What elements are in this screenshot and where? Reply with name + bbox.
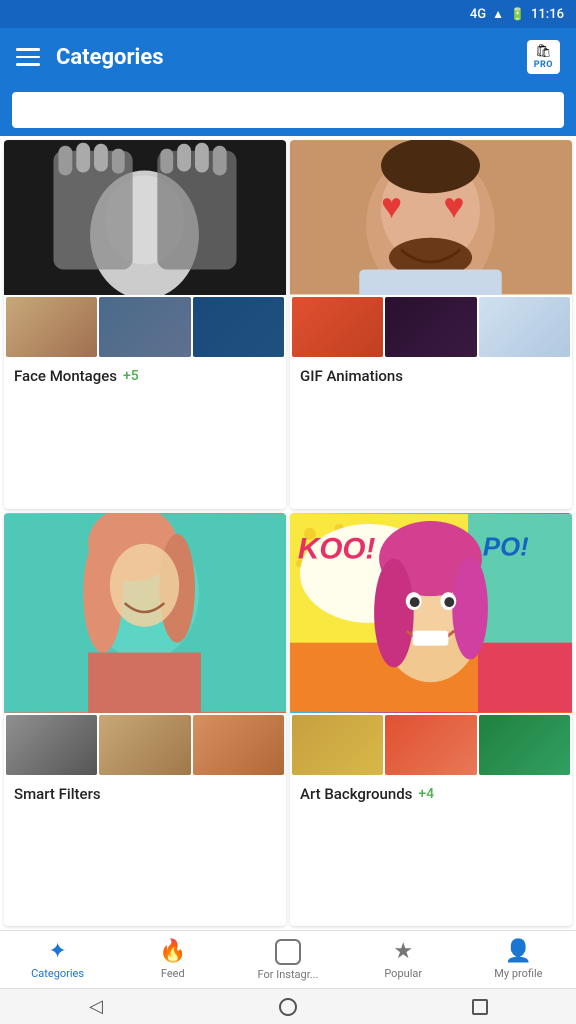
feed-label: Feed	[161, 967, 185, 980]
back-icon: ◁	[89, 996, 103, 1017]
art-backgrounds-thumbnails	[290, 713, 572, 777]
android-nav-bar: ◁	[0, 988, 576, 1024]
instagram-icon	[275, 939, 301, 965]
thumb-3	[193, 297, 284, 357]
time-display: 11:16	[531, 7, 564, 22]
status-bar: 4G ▲ 🔋 11:16	[0, 0, 576, 28]
pro-bag-icon: 🛍	[535, 44, 552, 59]
thumb-1	[6, 297, 97, 357]
network-indicator: 4G	[470, 7, 486, 22]
feed-icon: 🔥	[159, 939, 186, 964]
app-bar: Categories 🛍 PRO	[0, 28, 576, 86]
face-montages-thumbnails	[4, 295, 286, 359]
nav-profile[interactable]: 👤 My profile	[461, 933, 576, 986]
search-input[interactable]	[22, 102, 554, 118]
page-title: Categories	[56, 45, 511, 70]
sf-thumb-3	[193, 715, 284, 775]
svg-text:PO!: PO!	[483, 533, 529, 561]
nav-categories[interactable]: ✦ Categories	[0, 933, 115, 986]
categories-label: Categories	[31, 967, 84, 980]
category-card-face-montages[interactable]: Face Montages +5	[4, 140, 286, 509]
svg-text:KOO!: KOO!	[298, 532, 376, 565]
smart-filters-label: Smart Filters	[4, 777, 286, 811]
smart-filters-main-image	[4, 513, 286, 713]
home-button[interactable]	[274, 993, 302, 1021]
popular-label: Popular	[384, 967, 422, 980]
nav-feed[interactable]: 🔥 Feed	[115, 933, 230, 986]
gif-thumb-2	[385, 297, 476, 357]
gif-animations-thumbnails	[290, 295, 572, 359]
battery-icon: 🔋	[510, 7, 525, 21]
bottom-nav: ✦ Categories 🔥 Feed For Instagr... ★ Pop…	[0, 930, 576, 988]
search-bar-area	[0, 86, 576, 136]
profile-icon: 👤	[505, 939, 532, 964]
profile-label: My profile	[494, 967, 542, 980]
popular-icon: ★	[393, 939, 413, 964]
menu-button[interactable]	[16, 48, 40, 66]
svg-text:♥: ♥	[381, 185, 402, 227]
categories-icon: ✦	[48, 939, 66, 964]
face-montages-main-image	[4, 140, 286, 295]
search-bar[interactable]	[12, 92, 564, 128]
category-card-gif-animations[interactable]: ♥ ♥ GIF Animations	[290, 140, 572, 509]
pro-badge-label: PRO	[534, 60, 553, 70]
thumb-2	[99, 297, 190, 357]
face-montages-label: Face Montages +5	[4, 359, 286, 393]
art-backgrounds-main-image: KOO! PO!	[290, 513, 572, 713]
art-backgrounds-label: Art Backgrounds +4	[290, 777, 572, 811]
categories-grid: Face Montages +5 ♥ ♥	[0, 136, 576, 930]
smart-filters-thumbnails	[4, 713, 286, 777]
recents-icon	[472, 999, 488, 1015]
gif-animations-label: GIF Animations	[290, 359, 572, 393]
sf-thumb-2	[99, 715, 190, 775]
ab-thumb-2	[385, 715, 476, 775]
gif-thumb-1	[292, 297, 383, 357]
ab-thumb-3	[479, 715, 570, 775]
instagram-label: For Instagr...	[258, 968, 319, 981]
home-icon	[279, 998, 297, 1016]
nav-popular[interactable]: ★ Popular	[346, 933, 461, 986]
svg-text:♥: ♥	[443, 185, 464, 227]
gif-animations-main-image: ♥ ♥	[290, 140, 572, 295]
signal-icon: ▲	[492, 7, 504, 21]
category-card-art-backgrounds[interactable]: KOO! PO!	[290, 513, 572, 927]
recents-button[interactable]	[466, 993, 494, 1021]
pro-badge-button[interactable]: 🛍 PRO	[527, 40, 560, 74]
ab-thumb-1	[292, 715, 383, 775]
category-card-smart-filters[interactable]: Smart Filters	[4, 513, 286, 927]
sf-thumb-1	[6, 715, 97, 775]
gif-thumb-3	[479, 297, 570, 357]
nav-instagram[interactable]: For Instagr...	[230, 933, 345, 987]
back-button[interactable]: ◁	[82, 993, 110, 1021]
